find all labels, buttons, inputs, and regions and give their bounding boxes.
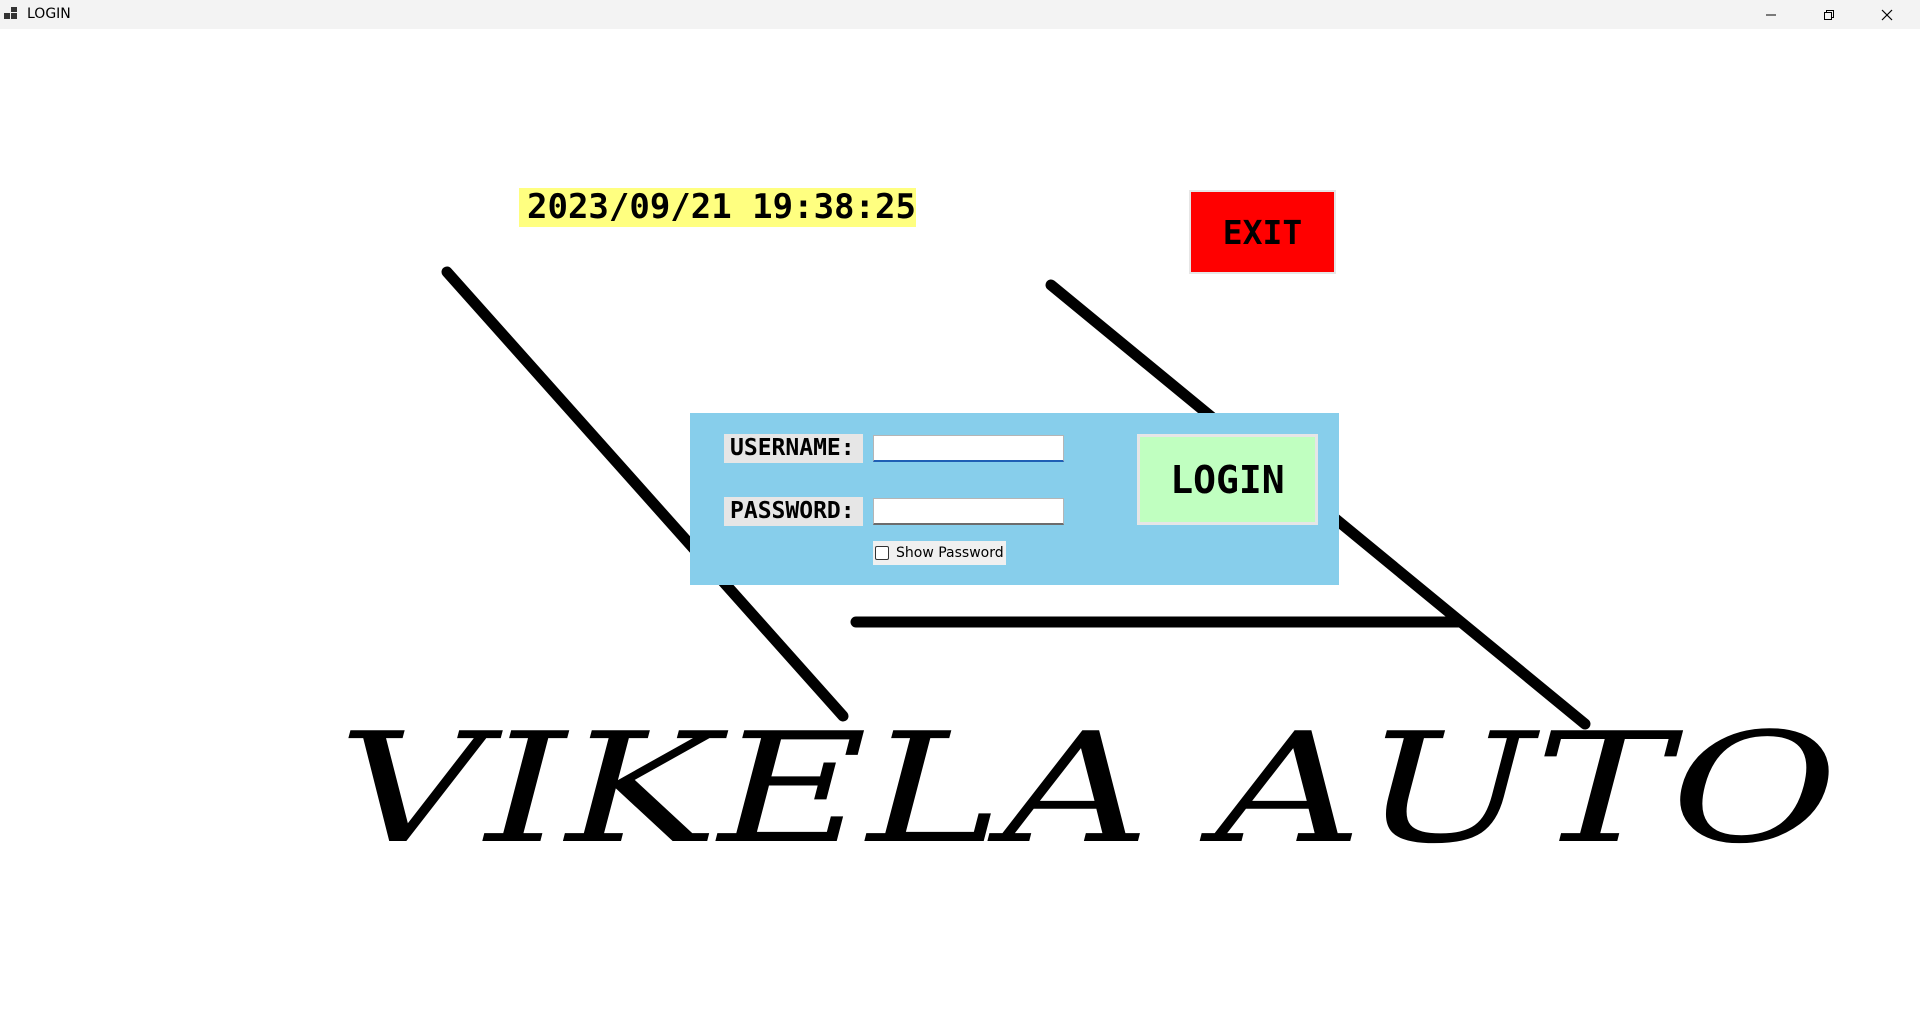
minimize-button[interactable] — [1742, 0, 1800, 29]
restore-button[interactable] — [1800, 0, 1858, 29]
login-panel: USERNAME: PASSWORD: Show Password LOGIN — [690, 413, 1339, 585]
password-label: PASSWORD: — [724, 497, 863, 526]
show-password-checkbox[interactable]: Show Password — [873, 541, 1006, 565]
show-password-label: Show Password — [896, 545, 1004, 561]
checkbox-icon[interactable] — [875, 546, 889, 560]
username-label: USERNAME: — [724, 434, 863, 463]
window-title: LOGIN — [27, 6, 71, 22]
password-input[interactable] — [873, 498, 1064, 525]
login-button[interactable]: LOGIN — [1137, 434, 1318, 525]
logo-text: VIKELA AUTO — [338, 700, 1838, 877]
title-bar: LOGIN — [0, 0, 1920, 29]
minimize-icon — [1766, 14, 1776, 15]
app-icon — [4, 7, 17, 19]
restore-icon — [1824, 9, 1834, 20]
datetime-display: 2023/09/21 19:38:25 — [519, 188, 916, 227]
exit-button[interactable]: EXIT — [1189, 190, 1336, 274]
close-button[interactable] — [1858, 0, 1916, 29]
close-icon — [1881, 9, 1893, 20]
username-input[interactable] — [873, 435, 1064, 462]
login-window-canvas: VIKELA AUTO 2023/09/21 19:38:25 EXIT USE… — [0, 29, 1920, 1017]
